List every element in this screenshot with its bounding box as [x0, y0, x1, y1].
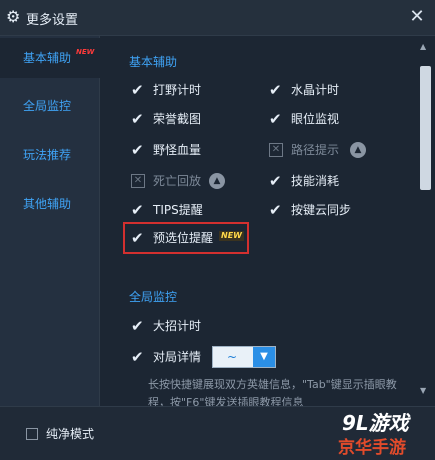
option-path-hint[interactable]: ✕ 路径提示: [269, 140, 339, 160]
dropdown-value: ~: [227, 350, 238, 364]
sidebar: 基本辅助 NEW 全局监控 玩法推荐 其他辅助: [0, 36, 100, 406]
checkbox-checked-icon[interactable]: ✔: [131, 350, 145, 365]
checkbox-checked-icon[interactable]: ✔: [131, 231, 145, 246]
checkbox-checked-icon[interactable]: ✔: [131, 83, 145, 98]
option-label: 路径提示: [291, 143, 340, 157]
checkbox-disabled-icon[interactable]: ✕: [269, 143, 283, 157]
hint-text: 长按快捷键展现双方英雄信息，"Tab"键显示插眼教程，按"F6"键发送插眼教程信…: [148, 378, 397, 406]
scroll-thumb[interactable]: [420, 66, 431, 190]
scroll-down-icon[interactable]: ▼: [420, 386, 426, 395]
watermark-logo: 9L游戏 京华手游: [330, 405, 430, 458]
checkbox-disabled-icon[interactable]: ✕: [131, 174, 145, 188]
sidebar-item-label: 其他辅助: [23, 197, 72, 211]
option-label: 野怪血量: [153, 143, 202, 157]
new-badge: NEW: [219, 231, 244, 241]
watermark-top-text: 9L游戏: [342, 411, 409, 435]
option-label: 死亡回放: [153, 174, 202, 188]
window-title: 更多设置: [26, 13, 79, 28]
option-jungle-timer[interactable]: ✔ 打野计时: [131, 80, 201, 100]
option-match-details[interactable]: ✔ 对局详情: [131, 347, 201, 367]
option-label: 荣誉截图: [153, 112, 202, 126]
chevron-down-icon[interactable]: ▼: [253, 347, 275, 367]
section-title-monitor: 全局监控: [129, 290, 178, 304]
option-ward-monitor[interactable]: ✔ 眼位监视: [269, 109, 339, 129]
close-button[interactable]: ✕: [407, 6, 427, 28]
option-label: TIPS提醒: [153, 203, 203, 217]
sidebar-item-label: 玩法推荐: [23, 148, 72, 162]
section-title-basic: 基本辅助: [129, 55, 178, 69]
option-tips-reminder[interactable]: ✔ TIPS提醒: [131, 200, 203, 220]
watermark-bottom-text: 京华手游: [338, 438, 406, 458]
sidebar-item-gameplay-recommend[interactable]: 玩法推荐: [0, 135, 100, 175]
option-label: 眼位监视: [291, 112, 340, 126]
scroll-up-icon[interactable]: ▲: [420, 42, 426, 51]
checkbox-checked-icon[interactable]: ✔: [269, 112, 283, 127]
sidebar-item-global-monitor[interactable]: 全局监控: [0, 86, 100, 126]
scrollbar[interactable]: ▲ ▼: [416, 36, 435, 406]
option-monster-hp[interactable]: ✔ 野怪血量: [131, 140, 201, 160]
option-label: 按键云同步: [291, 203, 352, 217]
checkbox-unchecked-icon[interactable]: [26, 428, 38, 440]
warning-icon[interactable]: ▲: [209, 173, 225, 189]
option-label: 纯净模式: [46, 427, 95, 441]
option-label: 对局详情: [153, 350, 202, 364]
checkbox-checked-icon[interactable]: ✔: [269, 174, 283, 189]
option-honor-screenshot[interactable]: ✔ 荣誉截图: [131, 109, 201, 129]
option-skill-cost[interactable]: ✔ 技能消耗: [269, 171, 339, 191]
new-badge: NEW: [76, 48, 95, 56]
checkbox-checked-icon[interactable]: ✔: [131, 143, 145, 158]
checkbox-checked-icon[interactable]: ✔: [269, 203, 283, 218]
title-bar: ⚙ 更多设置 ✕: [0, 0, 435, 36]
sidebar-item-basic-assist[interactable]: 基本辅助 NEW: [0, 38, 100, 78]
checkbox-checked-icon[interactable]: ✔: [131, 319, 145, 334]
option-label: 预选位提醒: [153, 231, 214, 245]
warning-icon[interactable]: ▲: [350, 142, 366, 158]
option-key-cloud-sync[interactable]: ✔ 按键云同步: [269, 200, 351, 220]
sidebar-item-other-assist[interactable]: 其他辅助: [0, 184, 100, 224]
checkbox-checked-icon[interactable]: ✔: [269, 83, 283, 98]
checkbox-checked-icon[interactable]: ✔: [131, 203, 145, 218]
option-ultimate-timer[interactable]: ✔ 大招计时: [131, 316, 201, 336]
sidebar-item-label: 基本辅助: [23, 51, 72, 65]
gear-icon: ⚙: [6, 7, 21, 26]
settings-content: 基本辅助 ✔ 打野计时 ✔ 水晶计时 ✔ 荣誉截图 ✔ 眼位监视 ✔ 野怪血量 …: [101, 36, 414, 406]
sidebar-item-label: 全局监控: [23, 99, 72, 113]
option-pure-mode[interactable]: 纯净模式: [26, 424, 94, 444]
option-crystal-timer[interactable]: ✔ 水晶计时: [269, 80, 339, 100]
option-label: 打野计时: [153, 83, 202, 97]
hotkey-dropdown[interactable]: ~ ▼: [212, 346, 276, 368]
option-label: 水晶计时: [291, 83, 340, 97]
option-label: 大招计时: [153, 319, 202, 333]
option-label: 技能消耗: [291, 174, 340, 188]
checkbox-checked-icon[interactable]: ✔: [131, 112, 145, 127]
option-death-replay[interactable]: ✕ 死亡回放: [131, 171, 201, 191]
option-preselect-reminder[interactable]: ✔ 预选位提醒: [131, 228, 213, 248]
